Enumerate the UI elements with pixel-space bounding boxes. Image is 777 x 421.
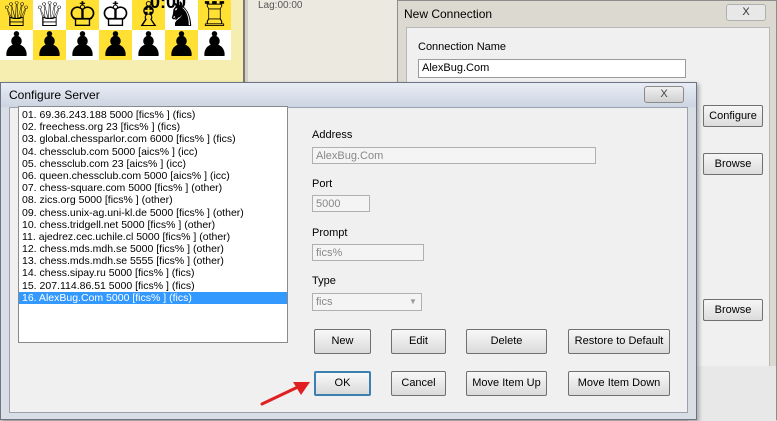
connection-name-label: Connection Name <box>418 41 507 53</box>
address-field[interactable]: AlexBug.Com <box>312 147 596 164</box>
list-item[interactable]: 04. chessclub.com 5000 [aics% ] (icc) <box>19 146 287 158</box>
list-item[interactable]: 14. chess.sipay.ru 5000 [fics% ] (fics) <box>19 267 287 279</box>
black-pawn-icon[interactable]: ♟ <box>99 28 132 62</box>
browse-button[interactable]: Browse <box>703 153 763 175</box>
address-label: Address <box>312 129 353 141</box>
list-item[interactable]: 06. queen.chessclub.com 5000 [aics% ] (i… <box>19 170 287 182</box>
prompt-field[interactable]: fics% <box>312 244 424 261</box>
port-label: Port <box>312 178 333 190</box>
black-pawn-icon[interactable]: ♟ <box>165 28 198 62</box>
restore-default-button[interactable]: Restore to Default <box>568 329 670 354</box>
configure-button[interactable]: Configure <box>703 105 763 127</box>
list-item[interactable]: 10. chess.tridgell.net 5000 [fics% ] (ot… <box>19 219 287 231</box>
list-item[interactable]: 07. chess-square.com 5000 [fics% ] (othe… <box>19 182 287 194</box>
type-label: Type <box>312 275 336 287</box>
list-item[interactable]: 05. chessclub.com 23 [aics% ] (icc) <box>19 158 287 170</box>
list-item[interactable]: 12. chess.mds.mdh.se 5000 [fics% ] (othe… <box>19 243 287 255</box>
window-title: New Connection <box>404 7 493 21</box>
window-edge <box>688 366 776 421</box>
list-item[interactable]: 13. chess.mds.mdh.se 5555 [fics% ] (othe… <box>19 255 287 267</box>
configure-server-dialog: Configure Server X 01. 69.36.243.188 500… <box>0 82 697 420</box>
port-field[interactable]: 5000 <box>312 195 370 212</box>
list-item[interactable]: 15. 207.114.86.51 5000 [fics% ] (fics) <box>19 280 287 292</box>
close-button[interactable]: X <box>644 86 684 103</box>
title-bar[interactable] <box>1 83 696 107</box>
browse-button-2[interactable]: Browse <box>703 299 763 321</box>
type-value: fics <box>316 296 333 308</box>
list-item[interactable]: 01. 69.36.243.188 5000 [fics% ] (fics) <box>19 109 287 121</box>
game-info-panel: Lag:00:00 <box>248 0 398 90</box>
cancel-button[interactable]: Cancel <box>391 371 446 396</box>
list-item[interactable]: 11. ajedrez.cec.uchile.cl 5000 [fics% ] … <box>19 231 287 243</box>
delete-button[interactable]: Delete <box>466 329 547 354</box>
black-pawn-icon[interactable]: ♟ <box>33 28 66 62</box>
black-pawn-icon[interactable]: ♟ <box>198 28 231 62</box>
chevron-down-icon: ▼ <box>409 297 417 306</box>
black-pawn-icon[interactable]: ♟ <box>66 28 99 62</box>
connection-name-field[interactable]: AlexBug.Com <box>418 59 686 78</box>
type-select[interactable]: fics ▼ <box>312 293 422 311</box>
move-item-down-button[interactable]: Move Item Down <box>568 371 670 396</box>
edit-button[interactable]: Edit <box>391 329 446 354</box>
server-list[interactable]: 01. 69.36.243.188 5000 [fics% ] (fics) 02… <box>18 106 288 343</box>
black-pawn-icon[interactable]: ♟ <box>0 28 33 62</box>
list-item[interactable]: 08. zics.org 5000 [fics% ] (other) <box>19 194 287 206</box>
close-button[interactable]: X <box>726 4 766 21</box>
dialog-title: Configure Server <box>9 88 100 102</box>
list-item[interactable]: 02. freechess.org 23 [fics% ] (fics) <box>19 121 287 133</box>
red-arrow-icon <box>260 382 310 406</box>
black-pawn-icon[interactable]: ♟ <box>132 28 165 62</box>
close-icon: X <box>742 6 750 18</box>
new-button[interactable]: New <box>314 329 371 354</box>
list-item[interactable]: 09. chess.unix-ag.uni-kl.de 5000 [fics% … <box>19 207 287 219</box>
close-icon: X <box>660 88 668 100</box>
lag-indicator: Lag:00:00 <box>258 0 303 11</box>
game-clock: 0:00 <box>150 0 187 12</box>
move-item-up-button[interactable]: Move Item Up <box>466 371 547 396</box>
prompt-label: Prompt <box>312 227 348 239</box>
list-item[interactable]: 16. AlexBug.Com 5000 [fics% ] (fics) <box>19 291 287 304</box>
chess-board: ♕ ♕ ♔ ♔ ♗ ♞ ♖ ♟ ♟ ♟ ♟ ♟ ♟ ♟ 0:00 <box>0 0 245 90</box>
list-item[interactable]: 03. global.chessparlor.com 6000 [fics% ]… <box>19 133 287 145</box>
ok-button[interactable]: OK <box>314 371 371 396</box>
